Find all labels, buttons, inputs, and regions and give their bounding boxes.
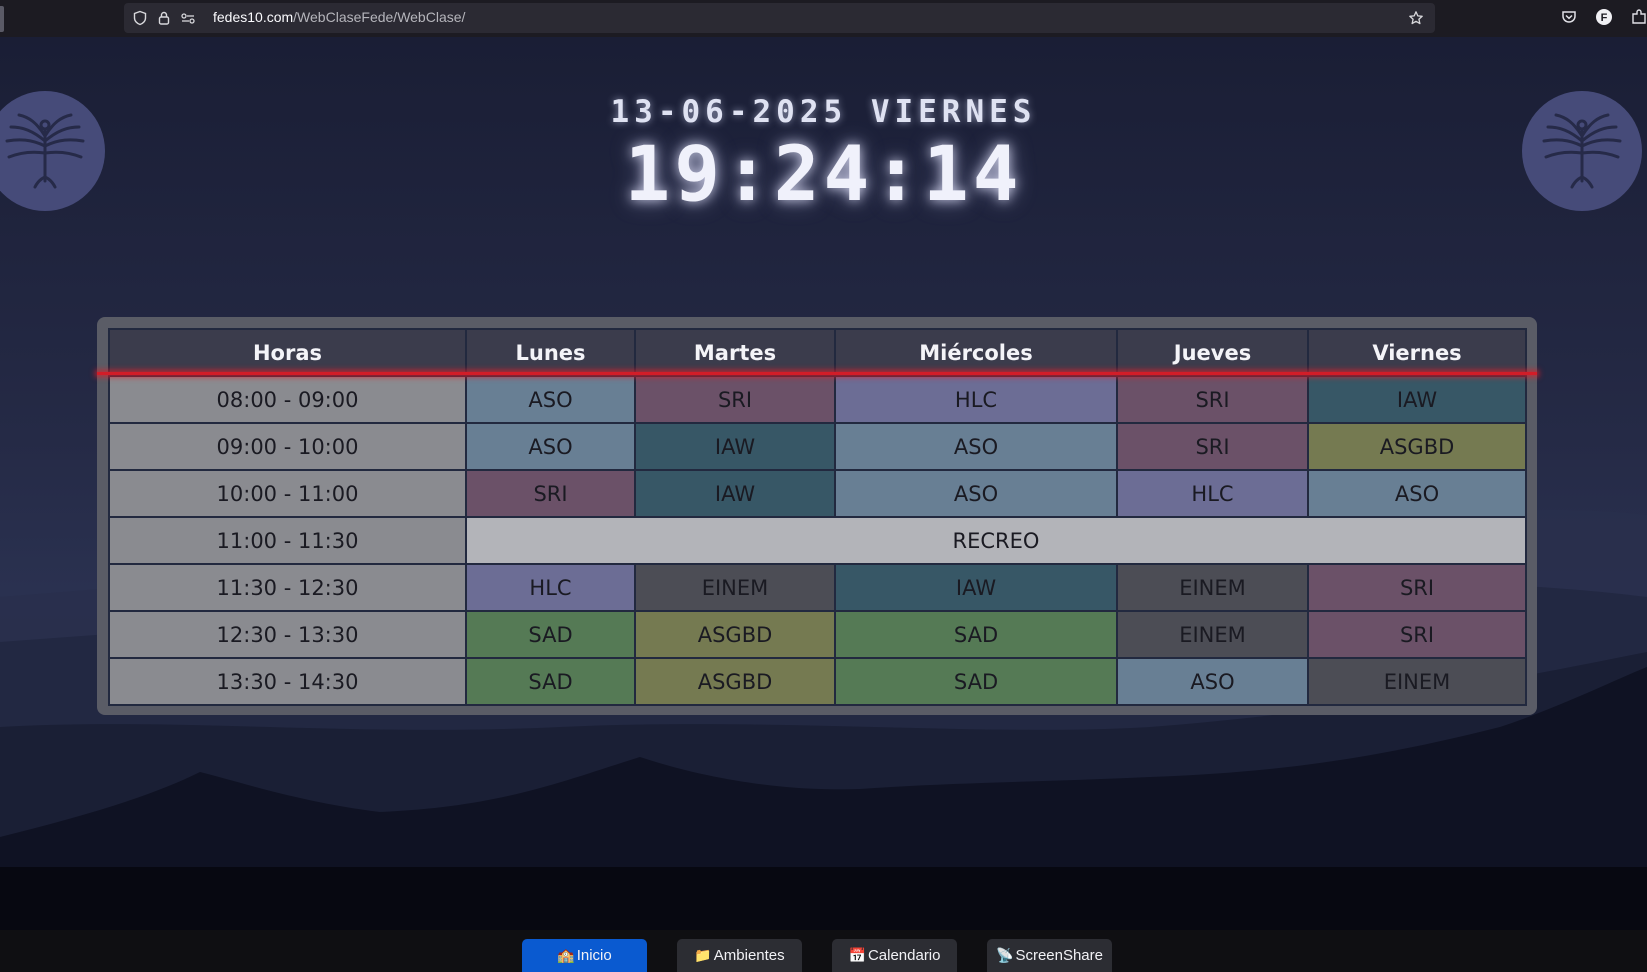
url-domain: fedes10.com [213,9,294,25]
tab-strip-edge [0,6,4,32]
schedule-table: Horas Lunes Martes Miércoles Jueves Vier… [108,328,1527,706]
subject-cell: EINEM [1116,610,1309,659]
current-date: 13-06-2025 VIERNES [610,94,1037,130]
table-row: 11:30 - 12:30 HLC EINEM IAW EINEM SRI [108,563,1527,612]
permissions-icon[interactable] [180,10,196,26]
folder-icon: 📁 [694,947,712,963]
subject-cell: SRI [1116,375,1309,424]
subject-cell: HLC [1116,469,1309,518]
nav-ambientes-button[interactable]: 📁 Ambientes [677,939,802,972]
page-content: 13-06-2025 VIERNES 19:24:14 Horas Lunes … [0,37,1647,930]
table-row: 10:00 - 11:00 SRI IAW ASO HLC ASO [108,469,1527,518]
table-row: 09:00 - 10:00 ASO IAW ASO SRI ASGBD [108,422,1527,471]
subject-cell: IAW [634,422,836,471]
subject-cell: ASO [1307,469,1527,518]
current-time: 19:24:14 [624,129,1023,218]
svg-text:F: F [1601,12,1608,24]
lock-icon[interactable] [156,10,172,26]
current-time-indicator [97,372,1537,375]
table-row: 13:30 - 14:30 SAD ASGBD SAD ASO EINEM [108,657,1527,706]
extensions-icon[interactable] [1630,8,1647,26]
header-hours: Horas [108,328,467,377]
subject-cell: SAD [834,657,1118,706]
nav-label: Calendario [867,947,941,964]
subject-cell: SRI [1307,610,1527,659]
subject-cell: HLC [465,563,636,612]
nav-screenshare-button[interactable]: 📡 ScreenShare [987,939,1112,972]
subject-cell: ASGBD [634,657,836,706]
header-friday: Viernes [1307,328,1527,377]
pocket-icon[interactable] [1560,8,1578,26]
subject-cell: SAD [834,610,1118,659]
subject-cell: SRI [634,375,836,424]
shield-icon[interactable] [132,10,148,26]
browser-toolbar: fedes10.com/WebClaseFede/WebClase/ F [0,0,1647,37]
table-row: 12:30 - 13:30 SAD ASGBD SAD EINEM SRI [108,610,1527,659]
nav-label: ScreenShare [1015,947,1103,964]
hour-cell: 08:00 - 09:00 [108,375,467,424]
subject-cell: HLC [834,375,1118,424]
nav-inicio-button[interactable]: 🏫 Inicio [522,939,647,972]
table-row: 11:00 - 11:30 RECREO [108,516,1527,565]
url-text[interactable]: fedes10.com/WebClaseFede/WebClase/ [213,9,465,25]
bottom-nav: 🏫 Inicio 📁 Ambientes 📅 Calendario 📡 Scre… [0,930,1647,972]
nav-label: Ambientes [713,947,785,964]
hour-cell: 10:00 - 11:00 [108,469,467,518]
hour-cell: 13:30 - 14:30 [108,657,467,706]
hour-cell: 11:00 - 11:30 [108,516,467,565]
header-wednesday: Miércoles [834,328,1118,377]
subject-cell: IAW [1307,375,1527,424]
subject-cell: EINEM [634,563,836,612]
subject-cell: EINEM [1116,563,1309,612]
subject-cell: ASO [834,422,1118,471]
subject-cell: IAW [634,469,836,518]
subject-cell: SRI [465,469,636,518]
subject-cell: SRI [1307,563,1527,612]
subject-cell: SAD [465,657,636,706]
subject-cell: ASO [465,375,636,424]
calendar-icon: 📅 [848,947,866,963]
hour-cell: 11:30 - 12:30 [108,563,467,612]
bookmark-star-icon[interactable] [1408,10,1424,26]
url-path: /WebClaseFede/WebClase/ [293,9,466,25]
subject-cell: ASO [1116,657,1309,706]
recreo-cell: RECREO [465,516,1527,565]
header-tuesday: Martes [634,328,836,377]
address-bar[interactable]: fedes10.com/WebClaseFede/WebClase/ [124,3,1435,33]
subject-cell: SRI [1116,422,1309,471]
schedule-header-row: Horas Lunes Martes Miércoles Jueves Vier… [108,328,1527,377]
subject-cell: ASO [834,469,1118,518]
subject-cell: EINEM [1307,657,1527,706]
school-icon: 🏫 [557,947,575,963]
hour-cell: 12:30 - 13:30 [108,610,467,659]
nav-calendario-button[interactable]: 📅 Calendario [832,939,957,972]
nav-label: Inicio [576,947,612,964]
hour-cell: 09:00 - 10:00 [108,422,467,471]
account-avatar-icon[interactable]: F [1595,8,1613,26]
header-monday: Lunes [465,328,636,377]
satellite-icon: 📡 [996,947,1014,963]
header-thursday: Jueves [1116,328,1309,377]
subject-cell: ASGBD [1307,422,1527,471]
subject-cell: ASGBD [634,610,836,659]
subject-cell: SAD [465,610,636,659]
table-row: 08:00 - 09:00 ASO SRI HLC SRI IAW [108,375,1527,424]
subject-cell: IAW [834,563,1118,612]
subject-cell: ASO [465,422,636,471]
